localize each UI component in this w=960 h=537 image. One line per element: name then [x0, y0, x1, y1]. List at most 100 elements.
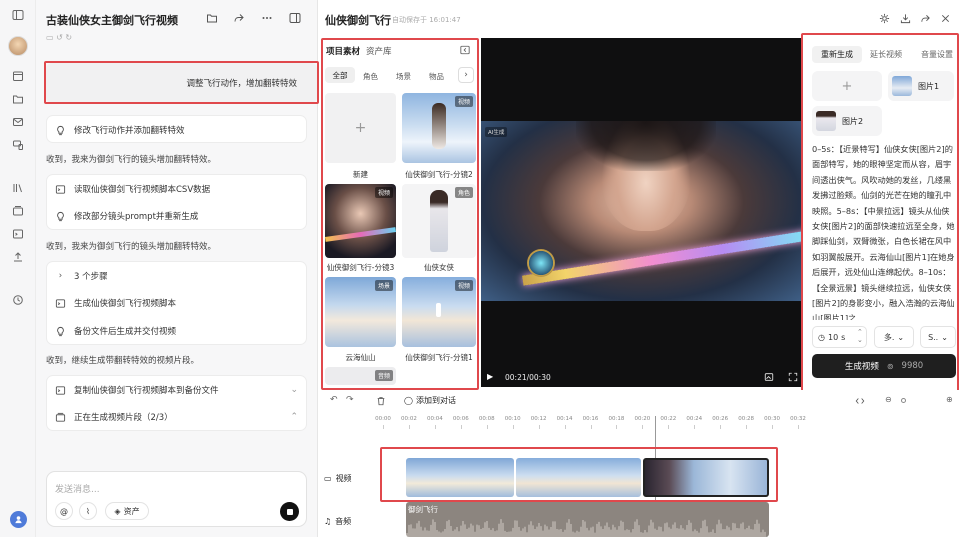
media-thumbnail[interactable]: 视频	[325, 184, 396, 258]
ruler-tick	[434, 425, 436, 429]
upload-icon[interactable]	[12, 251, 24, 263]
more-icon[interactable]	[261, 12, 273, 24]
tab-regenerate[interactable]: 重新生成	[812, 46, 862, 63]
calendar-icon[interactable]	[12, 70, 24, 82]
media-thumbnail[interactable]: 视频	[402, 93, 476, 163]
video-clip[interactable]	[406, 458, 514, 497]
stepper-arrows-icon[interactable]: ⌃ ⌄	[857, 328, 863, 344]
attach-button[interactable]: ⌇	[79, 502, 97, 520]
play-icon[interactable]: ▶	[487, 372, 493, 381]
mention-button[interactable]: @	[55, 502, 73, 520]
audio-track-label: ♫ 音频	[324, 516, 351, 527]
step-label: 修改飞行动作并添加翻转特效	[74, 126, 185, 136]
add-image-button[interactable]: +	[812, 71, 882, 101]
redo-icon[interactable]: ↷	[346, 395, 354, 405]
zoom-slider-handle[interactable]	[901, 398, 906, 403]
video-player[interactable]: AI生成 ▶ 00:21/00:30	[481, 38, 802, 387]
duration-stepper[interactable]: ◷ 10 s ⌃ ⌄	[812, 326, 867, 348]
stop-button[interactable]	[280, 502, 299, 521]
step-card[interactable]: 修改飞行动作并添加翻转特效	[46, 115, 307, 143]
step-label: 备份文件后生成并交付视频	[74, 327, 177, 337]
filter-scene[interactable]: 场景	[396, 71, 411, 82]
undo-icon[interactable]: ↶	[330, 395, 338, 405]
media-icon[interactable]	[12, 205, 24, 217]
count-select[interactable]: 多. ⌄	[874, 326, 914, 348]
ruler-tick	[512, 425, 514, 429]
share-icon[interactable]	[920, 13, 931, 24]
mail-icon[interactable]	[12, 116, 24, 128]
folder-icon[interactable]	[12, 93, 24, 105]
step-label: 读取仙侠御剑飞行视频脚本CSV数据	[74, 185, 211, 195]
add-to-chat-button[interactable]: ◯ 添加到对话	[404, 395, 456, 406]
filter-character[interactable]: 角色	[363, 71, 378, 82]
devices-icon[interactable]	[12, 139, 24, 151]
audio-thumbnail[interactable]: 音频	[325, 367, 396, 385]
ruler-tick-label: 00:20	[634, 416, 651, 422]
image-label: 图片2	[842, 117, 864, 126]
assets-button[interactable]: ◈ 资产	[105, 502, 149, 520]
user-avatar[interactable]	[10, 511, 27, 528]
step-label: 复制仙侠御剑飞行视频脚本到备份文件	[74, 386, 219, 396]
tab-extend-video[interactable]: 延长视频	[870, 49, 902, 60]
zoom-out-icon[interactable]: ⊖	[885, 395, 892, 404]
new-asset-button[interactable]: +	[325, 93, 396, 163]
media-thumbnail[interactable]: 场景	[325, 277, 396, 347]
folder-icon[interactable]	[206, 12, 218, 24]
prompt-textarea[interactable]: 0–5s：【近景特写】仙侠女侠[图片2]的面部特写，她的眼神坚定而从容，眉宇间透…	[812, 142, 956, 320]
reference-image-2[interactable]: 图片2	[812, 106, 882, 136]
audio-clip[interactable]: 御剑飞行	[406, 502, 769, 537]
library-icon[interactable]	[12, 182, 24, 194]
credit-icon: ⊚	[886, 361, 894, 371]
media-badge: 视频	[454, 280, 473, 291]
code-icon[interactable]	[855, 396, 865, 406]
generate-video-button[interactable]: 生成视频 ⊚ 9980	[812, 354, 956, 378]
size-select[interactable]: S.. ⌄	[920, 326, 956, 348]
sidebar-toggle-icon[interactable]	[12, 9, 24, 21]
ruler-tick-label: 00:10	[504, 416, 521, 422]
message-input[interactable]: 发送消息...	[55, 482, 100, 495]
reference-image-1[interactable]: 图片1	[888, 71, 954, 101]
avatar[interactable]	[8, 36, 28, 56]
zoom-in-icon[interactable]: ⊕	[946, 395, 953, 404]
filter-all[interactable]: 全部	[325, 67, 355, 83]
media-thumbnail[interactable]: 视频	[402, 277, 476, 347]
chevron-down-icon[interactable]: ⌄	[290, 385, 298, 395]
chat-title: 古装仙侠女主御剑飞行视频	[46, 14, 178, 27]
chevron-up-icon[interactable]: ⌃	[290, 412, 298, 422]
image-thumbnail	[892, 76, 912, 96]
tab-volume-settings[interactable]: 音量设置	[921, 49, 953, 60]
settings-icon[interactable]	[879, 13, 890, 24]
ruler-tick	[642, 425, 644, 429]
step-card[interactable]: 复制仙侠御剑飞行视频脚本到备份文件 ⌄ 正在生成视频片段（2/3） ⌃	[46, 375, 307, 431]
bulb-icon	[57, 326, 64, 336]
step-card[interactable]: › 3 个步骤 生成仙侠御剑飞行视频脚本 备份文件后生成并交付视频	[46, 261, 307, 345]
video-clip-selected[interactable]	[643, 458, 769, 497]
fullscreen-icon[interactable]	[788, 372, 798, 382]
filter-item[interactable]: 物品	[429, 71, 444, 82]
video-clip[interactable]	[516, 458, 641, 497]
step-card[interactable]: 读取仙侠御剑飞行视频脚本CSV数据 修改部分镜头prompt并重新生成	[46, 174, 307, 230]
history-icon[interactable]	[12, 294, 24, 306]
chevron-right-icon[interactable]: ›	[55, 271, 66, 281]
user-icon	[15, 516, 22, 524]
chevron-right-icon[interactable]: ›	[458, 67, 474, 83]
snapshot-icon[interactable]	[764, 372, 774, 382]
terminal-icon[interactable]	[12, 228, 24, 240]
panel-toggle-icon[interactable]	[289, 12, 301, 24]
ruler-tick	[668, 425, 670, 429]
ruler-tick-label: 00:12	[530, 416, 547, 422]
close-icon[interactable]	[940, 13, 951, 24]
trash-icon[interactable]	[376, 396, 386, 406]
tab-project-assets[interactable]: 项目素材	[326, 45, 360, 57]
project-title: 仙侠御剑飞行	[325, 14, 391, 27]
terminal-icon	[55, 385, 66, 395]
video-icon	[55, 412, 66, 422]
collapse-panel-icon[interactable]	[460, 45, 470, 55]
share-icon[interactable]	[233, 12, 245, 24]
download-icon[interactable]	[900, 13, 911, 24]
ruler-tick	[720, 425, 722, 429]
cube-icon: ◈	[114, 506, 121, 516]
stop-icon	[286, 508, 293, 515]
media-thumbnail[interactable]: 角色	[402, 184, 476, 258]
tab-asset-library[interactable]: 资产库	[366, 45, 392, 57]
